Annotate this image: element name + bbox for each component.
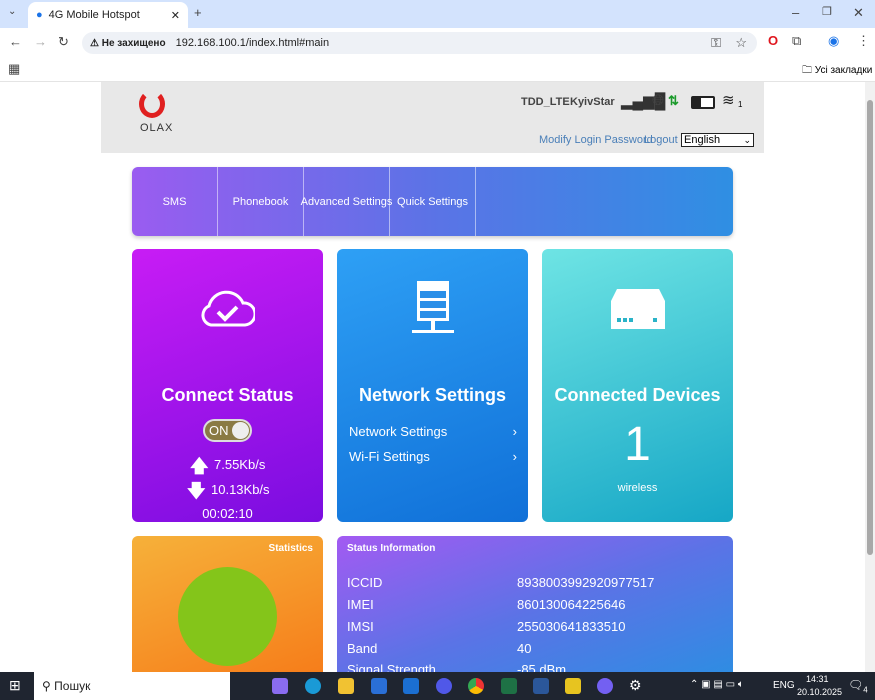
restore-icon[interactable]: ❐ xyxy=(822,5,832,18)
chevron-right-icon: › xyxy=(513,449,517,464)
settings-gear-icon[interactable]: ⚙ xyxy=(629,677,642,694)
statistics-pie xyxy=(178,567,277,666)
router-page: OLAX TDD_LTE KyivStar ▂▄▆█ 🌐︎ ⇅ ≋ 1 Modi… xyxy=(0,82,865,672)
network-type: TDD_LTE xyxy=(521,96,570,108)
router-device-icon xyxy=(609,289,667,331)
address-bar[interactable]: ⚠ Не захищено 192.168.100.1/index.html#m… xyxy=(82,32,757,54)
close-tab-icon[interactable]: ✕ xyxy=(171,9,180,22)
modify-password-link[interactable]: Modify Login Password xyxy=(539,134,653,146)
tab-title: 4G Mobile Hotspot xyxy=(49,9,140,21)
connection-toggle[interactable]: ON xyxy=(203,419,252,442)
status-row: Signal Strength-85 dBm xyxy=(347,662,436,672)
reload-icon[interactable]: ↻ xyxy=(58,34,69,50)
app-icon[interactable] xyxy=(565,678,581,694)
all-bookmarks[interactable]: 🗀 Усі закладки xyxy=(802,63,872,80)
search-icon: ⚲ xyxy=(42,679,51,693)
statistics-title: Statistics xyxy=(269,543,313,554)
edge-icon[interactable] xyxy=(305,678,321,694)
password-key-icon[interactable]: ⚿ xyxy=(711,35,721,51)
wifi-count: 1 xyxy=(738,100,742,109)
main-nav: SMS Phonebook Advanced Settings Quick Se… xyxy=(132,167,733,236)
wifi-settings-link[interactable]: Wi-Fi Settings› xyxy=(349,449,517,464)
wifi-icon: ≋ xyxy=(722,91,735,109)
outlook-icon[interactable] xyxy=(403,678,419,694)
url-text[interactable]: 192.168.100.1/index.html#main xyxy=(176,37,330,49)
nav-sms[interactable]: SMS xyxy=(132,167,218,236)
clock-time[interactable]: 14:31 xyxy=(806,674,829,684)
clock-date[interactable]: 20.10.2025 xyxy=(797,687,842,697)
favicon-icon: ● xyxy=(36,9,43,21)
excel-icon[interactable] xyxy=(501,678,517,694)
upload-speed: 7.55Kb/s xyxy=(214,457,265,472)
cloud-check-icon xyxy=(199,289,255,329)
copilot-icon[interactable] xyxy=(272,678,288,694)
start-icon[interactable]: ⊞ xyxy=(9,677,21,694)
tray-icons[interactable]: ⌃ ▣ ▤ ▭ 🔈︎ xyxy=(690,679,744,690)
download-arrow-icon: 🡇 xyxy=(187,479,206,509)
extensions-icon[interactable]: ⧉ xyxy=(792,33,801,49)
new-tab-icon[interactable]: + xyxy=(194,5,202,20)
device-type: wireless xyxy=(542,482,733,494)
status-row: IMEI860130064225646 xyxy=(347,597,374,612)
status-row: Band40 xyxy=(347,641,377,656)
apps-grid-icon[interactable]: ▦ xyxy=(8,61,20,77)
connect-status-card: Connect Status ON 🡅 7.55Kb/s 🡇 10.13Kb/s… xyxy=(132,249,323,522)
menu-icon[interactable]: ⋮ xyxy=(857,33,870,49)
status-row: ICCID8938003992920977517 xyxy=(347,575,382,590)
bookmarks-bar: ▦ 🗀 Усі закладки xyxy=(0,58,875,82)
store-icon[interactable] xyxy=(371,678,387,694)
data-transfer-icon: ⇅ xyxy=(668,93,679,109)
status-information-card: Status Information ICCID8938003992920977… xyxy=(337,536,733,672)
logout-link[interactable]: Logout xyxy=(644,134,678,146)
connection-time: 00:02:10 xyxy=(132,506,323,521)
header: OLAX TDD_LTE KyivStar ▂▄▆█ 🌐︎ ⇅ ≋ 1 Modi… xyxy=(101,82,764,153)
nav-quick-settings[interactable]: Quick Settings xyxy=(390,167,476,236)
minimize-icon[interactable]: – xyxy=(792,5,799,20)
notifications-icon[interactable]: 🗨︎4 xyxy=(848,678,868,694)
bookmark-star-icon[interactable]: ☆ xyxy=(735,35,747,51)
status-title: Status Information xyxy=(347,543,435,554)
browser-tab[interactable]: ● 4G Mobile Hotspot ✕ xyxy=(28,2,188,28)
battery-icon xyxy=(691,96,715,109)
back-icon[interactable]: ← xyxy=(9,34,22,49)
language-indicator[interactable]: ENG xyxy=(773,680,795,691)
network-settings-card: Network Settings Network Settings› Wi-Fi… xyxy=(337,249,528,522)
card-title: Connect Status xyxy=(132,385,323,406)
taskbar: ⊞ ⚲ Пошук ⚙ ⌃ ▣ ▤ ▭ 🔈︎ ENG 14:31 20.10.2… xyxy=(0,672,875,700)
warning-icon: ⚠ xyxy=(90,38,99,49)
chevron-right-icon: › xyxy=(513,424,517,439)
tab-bar: ⌄ ● 4G Mobile Hotspot ✕ + – ❐ ✕ xyxy=(0,0,875,28)
connected-devices-card: Connected Devices 1 wireless xyxy=(542,249,733,522)
download-speed: 10.13Kb/s xyxy=(211,482,270,497)
word-icon[interactable] xyxy=(533,678,549,694)
forward-icon[interactable]: → xyxy=(34,34,47,49)
status-row: IMSI255030641833510 xyxy=(347,619,374,634)
card-title: Connected Devices xyxy=(542,385,733,406)
close-window-icon[interactable]: ✕ xyxy=(853,5,864,21)
statistics-card: Statistics xyxy=(132,536,323,672)
network-settings-link[interactable]: Network Settings› xyxy=(349,424,517,439)
olax-logo xyxy=(139,90,165,118)
profile-icon[interactable]: ◉ xyxy=(828,33,839,49)
card-title: Network Settings xyxy=(337,385,528,406)
language-select[interactable]: English⌄ xyxy=(681,133,754,147)
nav-phonebook[interactable]: Phonebook xyxy=(218,167,304,236)
tab-list-icon[interactable]: ⌄ xyxy=(8,6,16,17)
device-count[interactable]: 1 xyxy=(542,417,733,472)
operator-name: KyivStar xyxy=(570,96,615,108)
nav-advanced-settings[interactable]: Advanced Settings xyxy=(304,167,390,236)
scrollbar-thumb[interactable] xyxy=(867,100,873,555)
security-label[interactable]: Не захищено xyxy=(102,38,166,49)
opera-icon[interactable]: O xyxy=(768,33,778,48)
file-explorer-icon[interactable] xyxy=(338,678,354,694)
server-icon xyxy=(412,281,454,339)
globe-icon: 🌐︎ xyxy=(652,92,664,109)
chrome-icon[interactable] xyxy=(468,678,484,694)
taskbar-search[interactable]: ⚲ Пошук xyxy=(34,672,230,700)
logo-text: OLAX xyxy=(140,122,173,134)
viber-icon[interactable] xyxy=(597,678,613,694)
app-icon[interactable] xyxy=(436,678,452,694)
